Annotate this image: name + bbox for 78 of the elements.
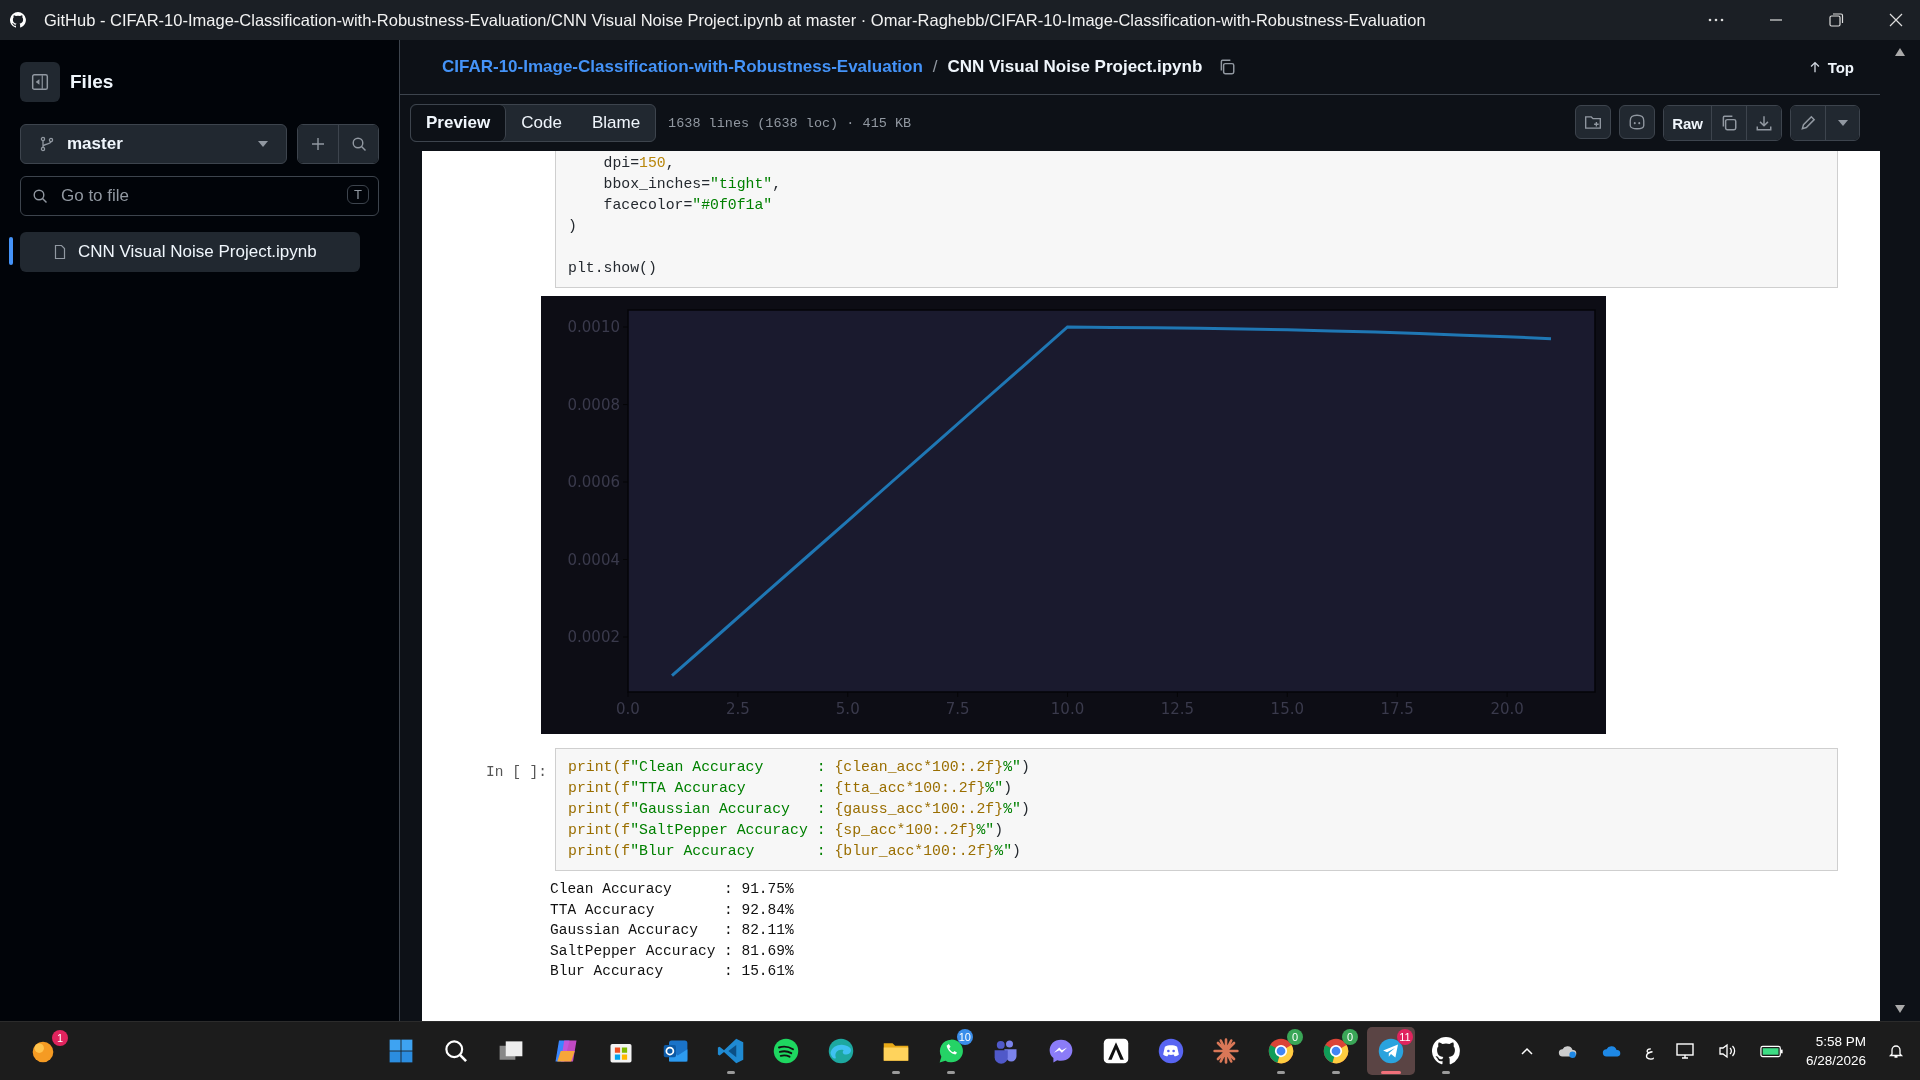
search-icon [32,188,48,204]
restore-icon[interactable] [1826,10,1846,30]
speaker-icon[interactable] [1717,1042,1738,1060]
asterisk-icon [1211,1037,1240,1065]
running-indicator [1441,1071,1450,1074]
output-line: Blur Accuracy : 15.61% [550,962,795,981]
caret-icon [258,141,268,147]
scroll-down-icon[interactable] [1895,1005,1905,1013]
cloud-icon[interactable] [1556,1043,1579,1059]
plus-icon [310,136,326,152]
cat-silhouette-icon [10,12,26,28]
file-info: 1638 lines (1638 loc) · 415 KB [668,115,912,131]
cloud-icon[interactable] [1600,1043,1623,1059]
wave-icon [826,1037,855,1065]
search-button[interactable] [338,125,378,163]
download-button[interactable] [1746,106,1781,140]
code-editor-icon [716,1037,745,1065]
panel-toggle-icon [31,73,49,91]
running-indicator [1276,1071,1285,1074]
add-file-button[interactable] [298,125,338,163]
output-line: TTA Accuracy : 92.84% [550,900,795,920]
clock-time[interactable]: 5:58 PM [1815,1032,1866,1051]
output-line: Clean Accuracy : 91.75% [550,880,795,899]
file-tree-item[interactable]: CNN Visual Noise Project.ipynb [20,232,360,272]
keyboard-shortcut: T [347,185,369,204]
sidebar-toggle-button[interactable] [20,62,60,102]
copy-icon[interactable] [1218,58,1237,76]
code-cell: print(f"Clean Accuracy : {clean_acc*100:.2f}%") print(f"TTA Accuracy : {tta_acc*100:.2f}%") print(f"Gaussian Accuracy : {gauss_acc*100:.2f}%") print(f"SaltPepper Accuracy : {sp_acc*100:.2f}%") print(f"Blur Accuracy : {blur_acc*100:.2f}%") [555,748,1838,871]
file-name: CNN Visual Noise Project.ipynb [947,57,1203,77]
branch-icon [39,136,55,152]
copilot-button[interactable] [1619,105,1656,139]
copy-icon [1720,114,1738,132]
output-line: Gaussian Accuracy : 82.11% [550,921,795,940]
robot-face-icon [1628,113,1647,131]
gamepad-icon [1156,1037,1185,1065]
code-cell: dpi=150, bbox_inches="tight", facecolor="#0f0f1a" ) plt.show() [555,151,1838,288]
window-title: GitHub - CIFAR-10-Image-Classification-with-Robustness-Evaluation/CNN Visual Noise Project.ipynb at master · Omar-Raghebb/CIFAR-10-Image-Classification-with-Robustness-Evaluation [44,10,1426,30]
bell-icon[interactable] [1888,1043,1904,1059]
notification-badge: 0 [1341,1029,1358,1045]
input-language[interactable]: ع [1644,1042,1654,1060]
running-indicator [726,1071,735,1074]
folder-button[interactable] [1575,105,1612,139]
edit-button[interactable] [1791,106,1825,140]
running-indicator [1380,1071,1401,1074]
branch-selector[interactable]: master [20,124,287,164]
caret-icon [1837,120,1848,126]
selection-indicator [9,237,13,265]
scroll-up-icon[interactable] [1895,48,1905,56]
search-icon [350,136,367,152]
running-indicator [891,1071,900,1074]
more-options-button[interactable] [1825,106,1859,140]
monitor-icon[interactable] [1675,1042,1696,1060]
breadcrumb-separator: / [932,57,938,77]
notification-badge: 10 [956,1029,973,1045]
copy-raw-button[interactable] [1711,106,1746,140]
notification-badge: 1 [52,1030,68,1046]
taskbar-app-button[interactable]: 11 [1366,1027,1415,1075]
file-icon [52,244,68,260]
notification-badge: 0 [1286,1029,1303,1045]
running-indicator [1331,1071,1340,1074]
output-line: SaltPepper Accuracy : 81.69% [550,941,795,961]
sidebar-title: Files [70,71,114,93]
battery-icon[interactable] [1759,1043,1784,1059]
running-indicator [946,1071,955,1074]
pencil-icon [1799,114,1817,132]
cell-prompt: In [ ]: [486,764,547,780]
raw-button[interactable]: Raw [1664,106,1711,140]
sound-waves-icon [771,1037,800,1065]
folder-plus-icon [1584,113,1603,131]
view-tab[interactable]: Preview [411,105,507,141]
view-tab[interactable]: Code [506,105,577,141]
clock-date[interactable]: 6/28/2026 [1805,1051,1866,1070]
top-button[interactable]: Top [1801,57,1860,77]
notification-badge: 11 [1396,1029,1413,1045]
repository-link[interactable]: CIFAR-10-Image-Classification-with-Robustness-Evaluation [442,57,923,77]
view-tab[interactable]: Blame [576,105,656,141]
download-icon [1755,114,1773,132]
cat-silhouette-icon [1431,1037,1460,1065]
